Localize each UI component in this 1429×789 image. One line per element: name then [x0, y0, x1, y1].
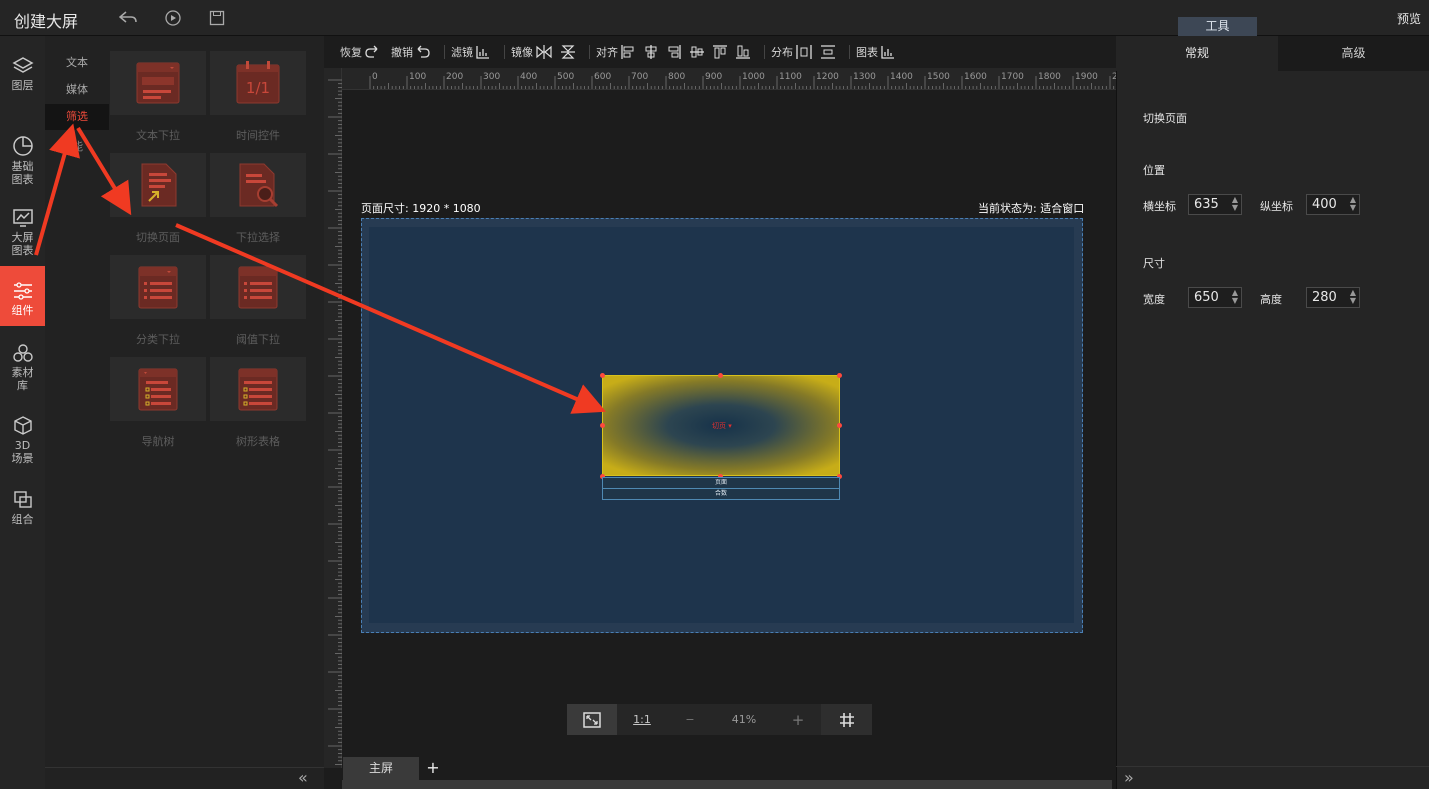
grid-toggle-button[interactable]: [821, 704, 872, 735]
width-label: 宽度: [1143, 293, 1165, 306]
tab-normal[interactable]: 常规: [1116, 36, 1278, 71]
fit-window-icon: [583, 711, 601, 728]
height-value: 280: [1312, 290, 1337, 305]
collapse-right-icon[interactable]: »: [1124, 768, 1134, 787]
zoom-bar: 1:1 − 41% +: [567, 704, 872, 735]
width-field[interactable]: 650 ▲ ▼: [1188, 287, 1242, 308]
panel-divider: [1116, 766, 1429, 767]
position-section-title: 位置: [1143, 164, 1165, 177]
arrow-to-widget: [175, 223, 607, 414]
screen-tab-main[interactable]: 主屏: [343, 757, 419, 780]
y-label: 纵坐标: [1260, 200, 1293, 213]
width-value: 650: [1194, 290, 1219, 305]
zoom-value: 41%: [731, 713, 757, 726]
arrow-to-switch-page: [76, 126, 132, 216]
grid-icon: [839, 712, 854, 727]
arrow-to-filter-tab: [34, 123, 80, 256]
tab-advanced[interactable]: 高级: [1278, 36, 1429, 71]
stepper-icon[interactable]: ▲ ▼: [1350, 196, 1356, 212]
switch-page-title: 切换页面: [1143, 112, 1187, 125]
zoom-out-button[interactable]: −: [667, 704, 713, 735]
y-field[interactable]: 400 ▲ ▼: [1306, 194, 1360, 215]
horizontal-scrollbar[interactable]: [342, 780, 1112, 789]
x-value: 635: [1194, 197, 1219, 212]
y-value: 400: [1312, 197, 1337, 212]
zoom-in-button[interactable]: +: [775, 704, 821, 735]
size-section-title: 尺寸: [1143, 257, 1165, 270]
properties-panel: [1116, 36, 1429, 789]
stepper-icon[interactable]: ▲ ▼: [1350, 289, 1356, 305]
x-label: 横坐标: [1143, 200, 1176, 213]
stepper-icon[interactable]: ▲ ▼: [1232, 196, 1238, 212]
add-screen-button[interactable]: +: [423, 757, 443, 780]
x-field[interactable]: 635 ▲ ▼: [1188, 194, 1242, 215]
fit-window-button[interactable]: [567, 704, 617, 735]
actual-size-button[interactable]: 1:1: [617, 704, 667, 735]
height-label: 高度: [1260, 293, 1282, 306]
height-field[interactable]: 280 ▲ ▼: [1306, 287, 1360, 308]
stepper-icon[interactable]: ▲ ▼: [1232, 289, 1238, 305]
